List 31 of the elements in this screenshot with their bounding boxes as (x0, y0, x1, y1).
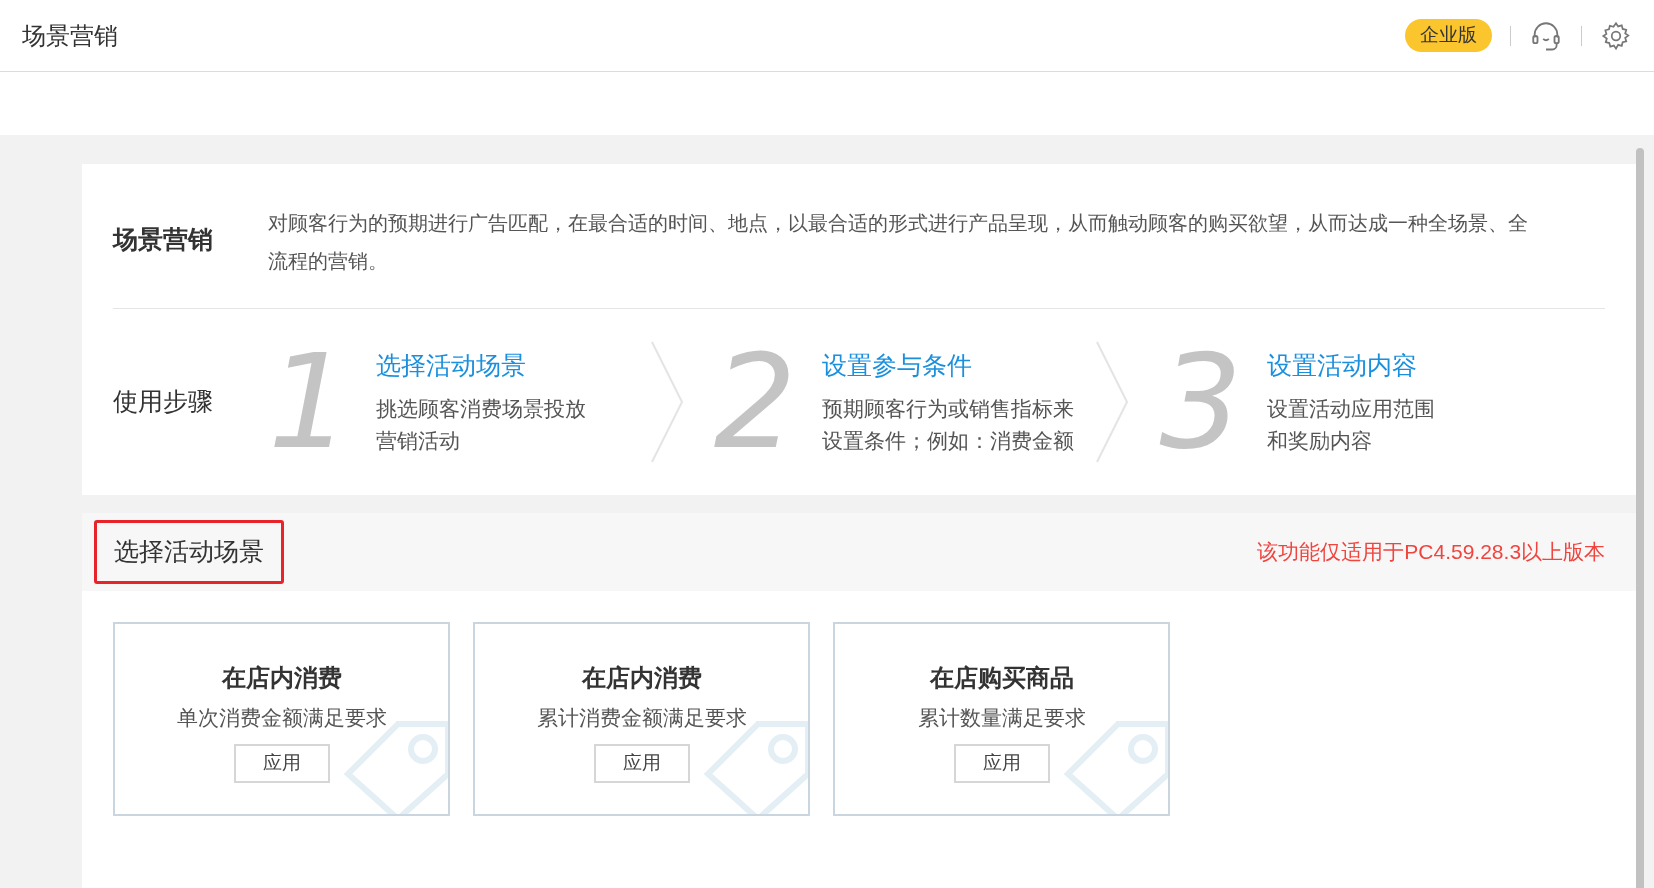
version-notice: 该功能仅适用于PC4.59.28.3以上版本 (1257, 539, 1606, 566)
step-number: 1 (268, 337, 352, 467)
scene-title: 在店购买商品 (929, 663, 1074, 693)
steps-label: 使用步骤 (113, 386, 214, 418)
scene-subtitle: 累计数量满足要求 (917, 705, 1086, 731)
edition-badge: 企业版 (1405, 19, 1492, 52)
step-title: 选择活动场景 (376, 350, 527, 382)
chevron-icon (649, 340, 684, 464)
step-description: 营销活动 (376, 427, 461, 454)
step-title: 设置参与条件 (821, 350, 973, 382)
intro-label: 场景营销 (113, 224, 214, 255)
section-title: 选择活动场景 (94, 520, 284, 584)
step-number: 2 (713, 337, 798, 467)
apply-button[interactable]: 应用 (593, 743, 690, 783)
step-description: 设置活动应用范围 (1267, 395, 1436, 422)
apply-button[interactable]: 应用 (233, 743, 330, 783)
scene-subtitle: 累计消费金额满足要求 (536, 705, 747, 731)
step-description: 预期顾客行为或销售指标来 (821, 395, 1074, 422)
page-title: 场景营销 (22, 20, 118, 51)
scrollbar[interactable] (1636, 148, 1644, 888)
step-description: 设置条件；例如：消费金额 (821, 427, 1074, 454)
apply-button[interactable]: 应用 (953, 743, 1050, 783)
step-description: 和奖励内容 (1267, 427, 1374, 454)
step-title: 设置活动内容 (1267, 350, 1419, 382)
intro-description: 对顾客行为的预期进行广告匹配，在最合适的时间、地点，以最合适的形式进行产品呈现，从而触动顾客的购买欲望，从而达成一种全场景、全流程的营销。 (268, 211, 1529, 274)
step-description: 挑选顾客消费场景投放 (376, 395, 586, 422)
scene-title: 在店内消费 (581, 663, 702, 693)
chevron-icon (1095, 340, 1130, 464)
step-number: 3 (1159, 337, 1244, 467)
scene-subtitle: 单次消费金额满足要求 (176, 705, 387, 731)
scene-title: 在店内消费 (221, 663, 342, 693)
